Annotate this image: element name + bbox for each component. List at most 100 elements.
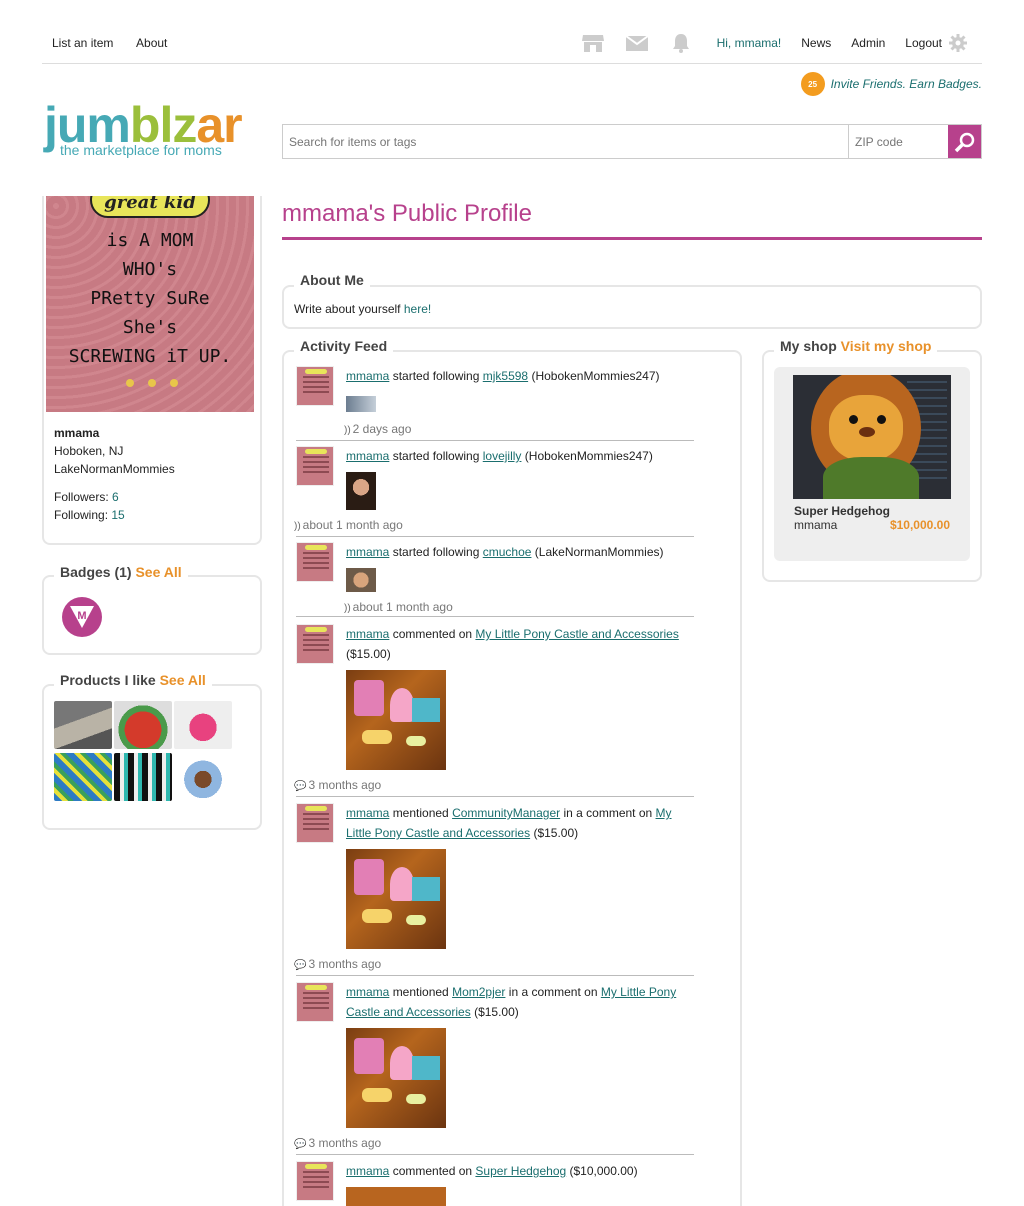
feed-user-link[interactable]: mmama xyxy=(346,806,389,820)
about-me-edit-link[interactable]: here! xyxy=(404,302,431,316)
mail-icon[interactable] xyxy=(625,33,649,53)
profile-location: Hoboken, NJ xyxy=(54,444,124,458)
rss-icon: )) xyxy=(344,425,351,436)
badges-see-all-link[interactable]: See All xyxy=(135,564,181,580)
comment-icon: 💬 xyxy=(294,960,307,971)
activity-feed-title: Activity Feed xyxy=(294,338,394,354)
gear-icon[interactable] xyxy=(948,33,972,53)
feed-target-link[interactable]: cmuchoe xyxy=(483,545,532,559)
feed-timestamp: )) 2 days ago xyxy=(344,422,412,436)
user-avatar[interactable] xyxy=(296,982,334,1022)
greeting-link[interactable]: Hi, mmama! xyxy=(717,36,782,50)
top-nav-right: Hi, mmama! News Admin Logout xyxy=(561,33,972,53)
feed-user-link[interactable]: mmama xyxy=(346,449,389,463)
product-image[interactable] xyxy=(346,849,446,949)
liked-product-thumb[interactable] xyxy=(54,753,112,801)
feed-mention-link[interactable]: CommunityManager xyxy=(452,806,560,820)
list-item-link[interactable]: List an item xyxy=(52,36,113,50)
feed-item: mmama started following lovejilly (Hobok… xyxy=(294,446,694,542)
top-nav: List an item About Hi, mmama! News Admin… xyxy=(42,30,982,64)
about-me-panel: Write about yourself here! xyxy=(282,285,982,329)
invite-text: Invite Friends. Earn Badges. xyxy=(830,77,982,91)
products-liked-panel xyxy=(42,684,262,830)
followers-count[interactable]: 6 xyxy=(112,490,119,504)
followers-row: Followers: 6 xyxy=(54,490,119,504)
liked-product-thumb[interactable] xyxy=(174,701,232,749)
liked-products-grid xyxy=(54,701,232,801)
site-logo[interactable]: jumblzar the marketplace for moms xyxy=(44,100,264,170)
invite-friends-link[interactable]: 25 Invite Friends. Earn Badges. xyxy=(800,72,982,96)
my-shop-panel: Super Hedgehog mmama $10,000.00 xyxy=(762,350,982,582)
product-image[interactable] xyxy=(346,1028,446,1128)
badges-panel: M xyxy=(42,575,262,655)
visit-shop-link[interactable]: Visit my shop xyxy=(841,338,932,354)
search-icon xyxy=(954,132,974,152)
svg-text:M: M xyxy=(77,610,86,622)
feed-target-link[interactable]: Super Hedgehog xyxy=(475,1164,566,1178)
product-image[interactable] xyxy=(346,1187,446,1206)
logout-link[interactable]: Logout xyxy=(905,36,942,50)
profile-photo-bubble: great kid xyxy=(90,196,210,218)
user-avatar[interactable] xyxy=(296,446,334,486)
feed-user-link[interactable]: mmama xyxy=(346,369,389,383)
search-input[interactable] xyxy=(283,125,849,158)
badges-title: Badges (1) See All xyxy=(54,564,188,580)
rss-icon: )) xyxy=(344,603,351,614)
bell-icon[interactable] xyxy=(669,33,693,53)
product-image[interactable] xyxy=(346,670,446,770)
user-avatar[interactable] xyxy=(296,803,334,843)
feed-user-link[interactable]: mmama xyxy=(346,1164,389,1178)
following-count[interactable]: 15 xyxy=(111,508,124,522)
shop-item-image[interactable] xyxy=(793,375,951,499)
shop-item-seller: mmama xyxy=(794,518,838,532)
comment-icon: 💬 xyxy=(294,781,307,792)
about-me-text: Write about yourself here! xyxy=(294,302,432,316)
feed-target-link[interactable]: lovejilly xyxy=(483,449,522,463)
supermom-badge-icon[interactable]: M xyxy=(62,597,102,637)
feed-user-link[interactable]: mmama xyxy=(346,545,389,559)
feed-timestamp: )) about 1 month ago xyxy=(294,518,403,532)
feed-item: mmama commented on Super Hedgehog ($10,0… xyxy=(296,1161,694,1206)
news-link[interactable]: News xyxy=(801,36,831,50)
user-avatar[interactable] xyxy=(296,542,334,582)
feed-target-link[interactable]: My Little Pony Castle and Accessories xyxy=(475,627,678,641)
liked-product-thumb[interactable] xyxy=(54,701,112,749)
shop-item-card[interactable]: Super Hedgehog mmama $10,000.00 xyxy=(774,367,970,561)
about-link[interactable]: About xyxy=(136,36,167,50)
products-see-all-link[interactable]: See All xyxy=(160,672,206,688)
admin-link[interactable]: Admin xyxy=(851,36,885,50)
shop-icon[interactable] xyxy=(581,33,605,53)
profile-card: great kid is A MOM WHO's PRetty SuRe She… xyxy=(42,196,262,545)
feed-user-link[interactable]: mmama xyxy=(346,985,389,999)
followed-user-avatar[interactable] xyxy=(346,568,376,592)
feed-timestamp: 💬 3 months ago xyxy=(294,778,382,792)
followed-user-avatar[interactable] xyxy=(346,396,376,412)
liked-product-thumb[interactable] xyxy=(174,753,232,801)
liked-product-thumb[interactable] xyxy=(114,753,172,801)
profile-username: mmama xyxy=(54,426,100,440)
feed-item: mmama commented on My Little Pony Castle… xyxy=(294,624,694,802)
profile-photo-quote: is A MOM WHO's PRetty SuRe She's SCREWIN… xyxy=(68,230,232,367)
badge-coin-icon: 25 xyxy=(800,72,825,96)
feed-timestamp: 💬 3 months ago xyxy=(294,957,382,971)
user-avatar[interactable] xyxy=(296,1161,334,1201)
feed-item: mmama started following mjk5598 (Hoboken… xyxy=(296,366,694,441)
feed-item: mmama started following cmuchoe (LakeNor… xyxy=(296,542,694,626)
search-bar xyxy=(282,124,982,159)
user-avatar[interactable] xyxy=(296,366,334,406)
followed-user-avatar[interactable] xyxy=(346,472,376,510)
feed-user-link[interactable]: mmama xyxy=(346,627,389,641)
feed-target-link[interactable]: mjk5598 xyxy=(483,369,528,383)
feed-item: mmama mentioned CommunityManager in a co… xyxy=(294,803,694,981)
shop-item-price: $10,000.00 xyxy=(889,518,950,532)
about-me-title: About Me xyxy=(294,272,370,288)
search-button[interactable] xyxy=(948,125,981,158)
feed-timestamp: )) about 1 month ago xyxy=(344,600,453,614)
zip-input[interactable] xyxy=(849,125,948,158)
feed-timestamp: 💬 3 months ago xyxy=(294,1136,382,1150)
products-liked-title: Products I like See All xyxy=(54,672,212,688)
user-avatar[interactable] xyxy=(296,624,334,664)
feed-mention-link[interactable]: Mom2pjer xyxy=(452,985,505,999)
shop-item-name[interactable]: Super Hedgehog xyxy=(794,504,890,518)
liked-product-thumb[interactable] xyxy=(114,701,172,749)
